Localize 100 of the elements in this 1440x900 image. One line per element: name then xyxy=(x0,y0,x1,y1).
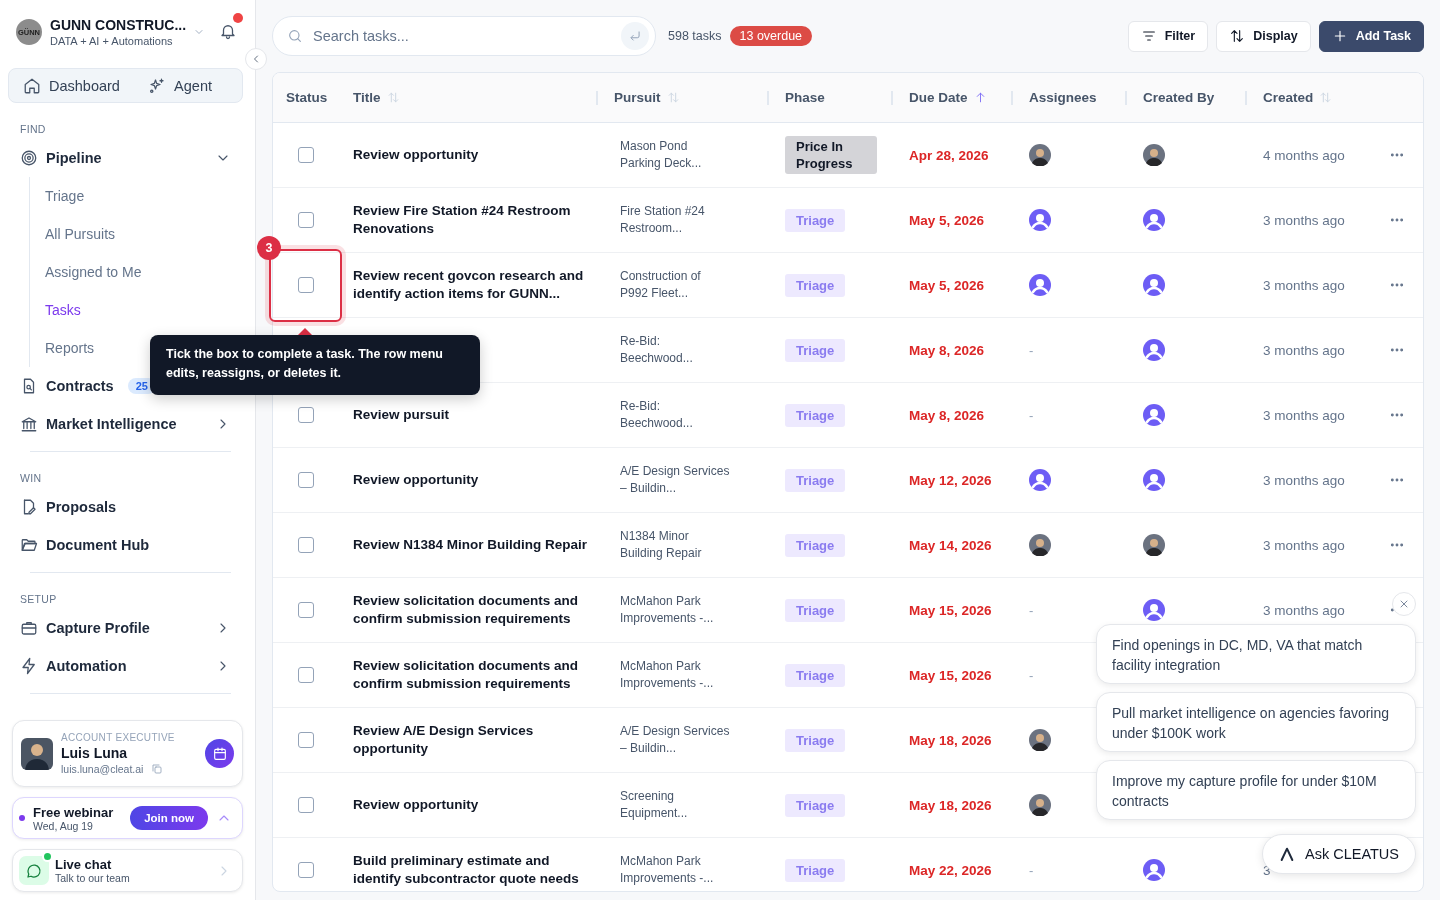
empty-value: - xyxy=(1029,342,1034,358)
pursuit-link[interactable]: McMahon Park Improvements -... xyxy=(620,658,730,692)
avatar-photo-icon xyxy=(1029,534,1051,556)
pursuit-link[interactable]: Mason Pond Parking Deck... xyxy=(620,138,730,172)
due-date: May 22, 2026 xyxy=(909,862,992,878)
suggestion-button[interactable]: Pull market intelligence on agencies favoring under $100K work xyxy=(1096,692,1416,752)
pursuit-link[interactable]: A/E Design Services – Buildin... xyxy=(620,463,730,497)
phase-tag: Triage xyxy=(785,598,846,622)
nav-subitem[interactable]: Tasks xyxy=(45,291,243,329)
checkbox[interactable] xyxy=(298,277,314,293)
phase-tag: Triage xyxy=(785,468,846,492)
pursuit-link[interactable]: McMahon Park Improvements -... xyxy=(620,853,730,887)
checkbox[interactable] xyxy=(298,147,314,163)
live-chat-card[interactable]: Live chat Talk to our team xyxy=(12,849,243,892)
status-dot xyxy=(19,815,25,821)
collapse-button[interactable] xyxy=(245,48,267,70)
phase-tag: Triage xyxy=(785,793,846,817)
bell-icon xyxy=(219,22,237,40)
checkbox[interactable] xyxy=(298,537,314,553)
created-time: 3 months ago xyxy=(1263,342,1345,358)
nav-subitem[interactable]: All Pursuits xyxy=(45,215,243,253)
suggestion-button[interactable]: Find openings in DC, MD, VA that match facility integration xyxy=(1096,624,1416,684)
task-title: Review pursuit xyxy=(353,406,451,424)
column-header[interactable]: Created xyxy=(1263,88,1314,107)
sort-icon[interactable] xyxy=(1319,91,1333,104)
close-icon xyxy=(1398,598,1410,610)
column-header[interactable]: Pursuit xyxy=(614,88,661,107)
column-header[interactable]: Due Date xyxy=(909,88,968,107)
nav-item[interactable]: Proposals xyxy=(8,488,243,526)
toolbar-button[interactable]: Display xyxy=(1216,20,1311,52)
checkbox[interactable] xyxy=(298,797,314,813)
pursuit-link[interactable]: Re-Bid: Beechwood... xyxy=(620,333,730,367)
created-time: 3 months ago xyxy=(1263,277,1345,293)
user-avatar-icon xyxy=(1143,404,1165,426)
avatar-photo-icon xyxy=(1029,794,1051,816)
section-heading: FIND xyxy=(19,122,47,137)
created-time: 3 months ago xyxy=(1263,537,1345,553)
step-badge: 3 xyxy=(257,236,281,260)
search-field[interactable]: Search tasks... xyxy=(272,16,656,56)
nav-item[interactable]: Document Hub xyxy=(8,526,243,564)
created-time: 3 months ago xyxy=(1263,602,1345,618)
webinar-date: Wed, Aug 19 xyxy=(33,819,94,832)
calendar-button[interactable] xyxy=(205,739,234,768)
task-title: Review Fire Station #24 Restroom Renovations xyxy=(353,202,572,238)
pursuit-link[interactable]: Fire Station #24 Restroom... xyxy=(620,203,730,237)
pursuit-link[interactable]: N1384 Minor Building Repair xyxy=(620,528,730,562)
checkbox[interactable] xyxy=(298,212,314,228)
nav-tab[interactable]: Dashboard xyxy=(17,72,126,99)
checkbox[interactable] xyxy=(298,472,314,488)
user-avatar-icon xyxy=(1029,209,1051,231)
pursuit-link[interactable]: Re-Bid: Beechwood... xyxy=(620,398,730,432)
user-avatar-icon xyxy=(1143,209,1165,231)
nav-tab[interactable]: Agent xyxy=(142,72,218,99)
nav-subitem[interactable]: Assigned to Me xyxy=(45,253,243,291)
nav-item[interactable]: Automation xyxy=(8,647,243,685)
pursuit-link[interactable]: McMahon Park Improvements -... xyxy=(620,593,730,627)
phase-tag: Triage xyxy=(785,273,846,297)
user-avatar-icon xyxy=(1143,599,1165,621)
pursuit-link[interactable]: Screening Equipment... xyxy=(620,788,730,822)
pursuit-link[interactable]: Construction of P992 Fleet... xyxy=(620,268,730,302)
column-header[interactable]: Title xyxy=(353,88,381,107)
speech-bubble-icon xyxy=(25,861,43,880)
nav-item[interactable]: Capture Profile xyxy=(8,609,243,647)
task-title: Review solicitation documents and confirm submission requirements xyxy=(353,657,580,693)
due-date: May 18, 2026 xyxy=(909,732,992,748)
task-title: Review N1384 Minor Building Repair xyxy=(353,536,589,554)
join-button[interactable]: Join now xyxy=(130,806,208,830)
task-title: Review opportunity xyxy=(353,471,480,489)
nav-item[interactable]: Market Intelligence xyxy=(8,405,243,443)
checkbox[interactable] xyxy=(298,602,314,618)
empty-value: - xyxy=(1029,667,1034,683)
column-header: Status xyxy=(286,88,328,107)
nav-item[interactable]: Pipeline xyxy=(8,139,243,177)
due-date: May 8, 2026 xyxy=(909,407,985,423)
toolbar-button[interactable]: Filter xyxy=(1127,20,1209,52)
target-icon xyxy=(20,149,38,167)
org-name: GUNN CONSTRUC... xyxy=(50,17,185,33)
sort-arrows-icon xyxy=(1229,28,1246,44)
folder-icon xyxy=(20,536,38,554)
user-avatar-icon xyxy=(1143,274,1165,296)
overdue-badge: 13 overdue xyxy=(729,26,813,46)
checkbox[interactable] xyxy=(298,862,314,878)
nav-subitem[interactable]: Triage xyxy=(45,177,243,215)
pursuit-link[interactable]: A/E Design Services – Buildin... xyxy=(620,723,730,757)
due-date: May 15, 2026 xyxy=(909,667,992,683)
checkbox[interactable] xyxy=(298,407,314,423)
account-role: ACCOUNT EXECUTIVE xyxy=(61,732,176,743)
org-subtitle: DATA + AI + Automations xyxy=(50,35,174,47)
toolbar-button[interactable]: Add Task xyxy=(1318,20,1424,52)
checkbox[interactable] xyxy=(298,667,314,683)
suggestion-button[interactable]: Improve my capture profile for under $10M contracts xyxy=(1096,760,1416,820)
avatar-photo-icon xyxy=(1143,144,1165,166)
search-input[interactable]: Search tasks... xyxy=(311,27,613,45)
copy-icon[interactable] xyxy=(151,763,164,775)
checkbox[interactable] xyxy=(298,732,314,748)
phase-tag: Triage xyxy=(785,858,846,882)
user-avatar-icon xyxy=(1029,274,1051,296)
sort-icon[interactable] xyxy=(386,91,400,104)
task-title: Review solicitation documents and confirm submission requirements xyxy=(353,592,580,628)
sort-icon[interactable] xyxy=(666,91,680,104)
